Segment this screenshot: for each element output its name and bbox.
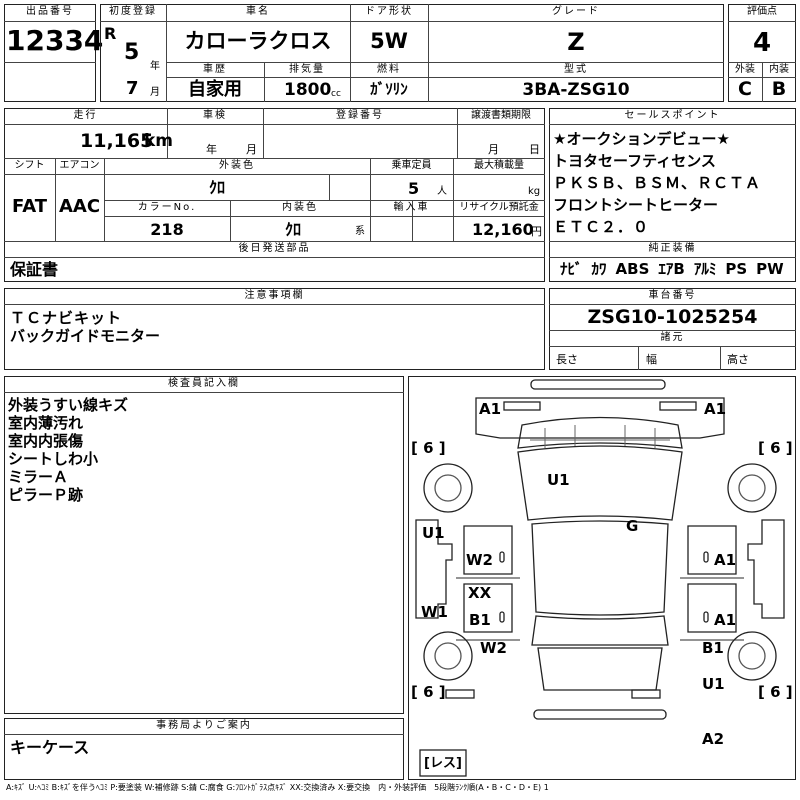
handle-rf [703,551,709,563]
damage-front-left: A1 [479,400,502,418]
damage-left-quarter: W2 [480,639,507,657]
tire-front-right [727,463,777,513]
tire-fr-tread: [ 6 ] [758,439,793,457]
spare-tire-status: [レス] [424,756,462,771]
rear-bumper-shape [533,709,667,720]
right-side-shape [747,519,785,619]
handle-lr [499,611,505,623]
tire-rear-left [423,631,473,681]
rear-window-shape [531,615,669,646]
tire-rear-right-inner [738,642,766,670]
damage-roof: U1 [547,471,570,489]
car-diagram [415,379,785,777]
right-mid-line [680,577,744,641]
headlight-left-shape [503,401,541,411]
roof-shape [531,520,669,616]
tire-fl-tread: [ 6 ] [411,439,446,457]
rear-light-right-shape [631,689,661,699]
damage-windshield: G [626,517,639,535]
tire-front-left-inner [434,474,462,502]
damage-right-rear-door: A1 [714,611,737,629]
handle-lf [499,551,505,563]
rear-outline [537,647,663,691]
rear-light-left-shape [445,689,475,699]
front-bumper-shape [530,379,666,390]
tire-front-right-inner [738,474,766,502]
damage-right-rear: U1 [702,675,725,693]
tire-rl-tread: [ 6 ] [411,683,446,701]
damage-left-rear-door: B1 [469,611,491,629]
damage-right-front-door: A1 [714,551,737,569]
handle-rr [703,611,709,623]
tire-rr-tread: [ 6 ] [758,683,793,701]
tire-rear-left-inner [434,642,462,670]
hood-shape [517,416,683,449]
windshield-shape [517,445,683,521]
headlight-right-shape [659,401,697,411]
damage-legend: A:ｷｽﾞ U:ﾍｺﾐ B:ｷｽﾞを伴うﾍｺﾐ P:要塗装 W:補修跡 S:錆 … [6,783,549,792]
damage-front-right: A1 [704,400,727,418]
damage-left-fender: U1 [422,524,445,542]
damage-left-sill: W1 [421,603,448,621]
damage-left-front-door: W2 [466,551,493,569]
damage-left-mid: XX [468,584,492,602]
tire-rear-right [727,631,777,681]
damage-right-quarter: B1 [702,639,724,657]
tire-front-left [423,463,473,513]
damage-rear-bumper: A2 [702,730,725,748]
